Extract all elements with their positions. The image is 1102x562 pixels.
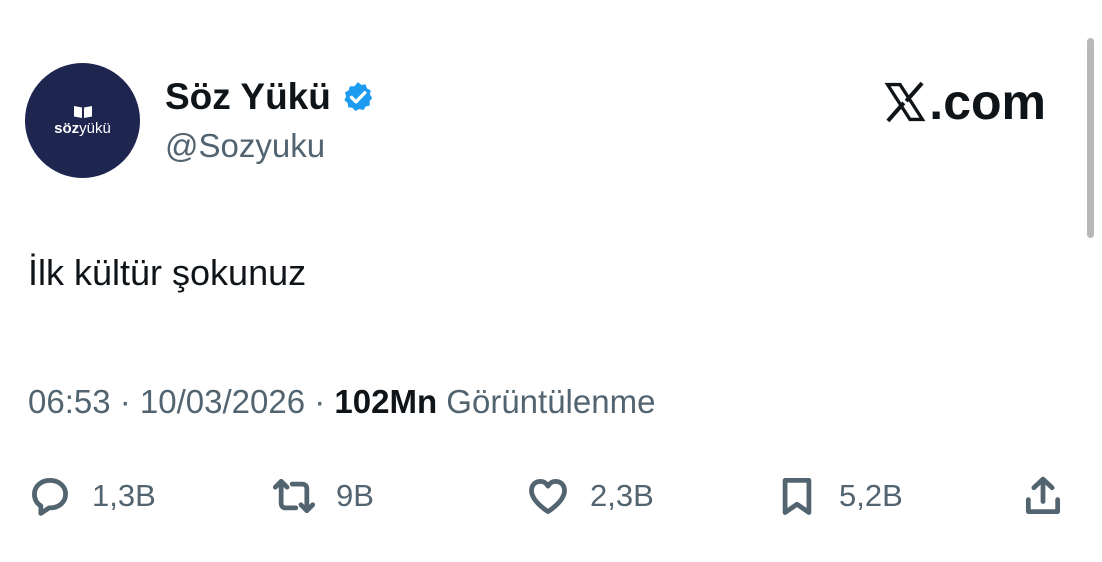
bookmark-icon bbox=[782, 478, 812, 515]
heart-icon bbox=[529, 478, 567, 514]
display-name-text: Söz Yükü bbox=[165, 76, 331, 117]
reply-count: 1,3B bbox=[92, 478, 156, 513]
display-name[interactable]: Söz Yükü bbox=[165, 75, 375, 119]
tweet-time[interactable]: 06:53 bbox=[28, 383, 111, 420]
action-bar: 1,3B 9B 2,3B 5,2B bbox=[0, 468, 1102, 524]
brand-domain: .com bbox=[929, 74, 1046, 130]
verified-badge-icon bbox=[344, 82, 373, 112]
like-count: 2,3B bbox=[590, 478, 654, 513]
x-com-brand: .com bbox=[883, 72, 1046, 132]
x-logo-icon bbox=[884, 81, 926, 123]
avatar-wordmark: sözyükü bbox=[54, 120, 111, 137]
repost-button[interactable]: 9B bbox=[272, 468, 374, 524]
account-handle[interactable]: @Sozyuku bbox=[165, 126, 325, 166]
reply-button[interactable]: 1,3B bbox=[28, 468, 156, 524]
views-count: 102Mn bbox=[334, 383, 438, 420]
scrollbar[interactable] bbox=[1087, 38, 1094, 238]
share-icon bbox=[1025, 476, 1061, 514]
repost-count: 9B bbox=[336, 478, 374, 513]
meta-separator: · bbox=[110, 383, 140, 420]
repost-icon bbox=[272, 478, 316, 514]
like-button[interactable]: 2,3B bbox=[526, 468, 654, 524]
bookmark-count: 5,2B bbox=[839, 478, 903, 513]
reply-icon bbox=[32, 478, 68, 516]
tweet-text: İlk kültür şokunuz bbox=[28, 252, 307, 293]
bookmark-button[interactable]: 5,2B bbox=[775, 468, 903, 524]
book-logo-icon bbox=[73, 106, 92, 118]
avatar[interactable]: sözyükü bbox=[25, 63, 140, 178]
tweet-meta: 06:53 · 10/03/2026 · 102Mn Görüntülenme bbox=[28, 381, 655, 423]
views-label: Görüntülenme bbox=[437, 383, 656, 420]
meta-separator: · bbox=[305, 383, 335, 420]
share-button[interactable] bbox=[1021, 468, 1065, 524]
tweet-screenshot: sözyükü Söz Yükü @Sozyuku .com İlk kültü… bbox=[0, 0, 1102, 562]
tweet-date[interactable]: 10/03/2026 bbox=[140, 383, 305, 420]
